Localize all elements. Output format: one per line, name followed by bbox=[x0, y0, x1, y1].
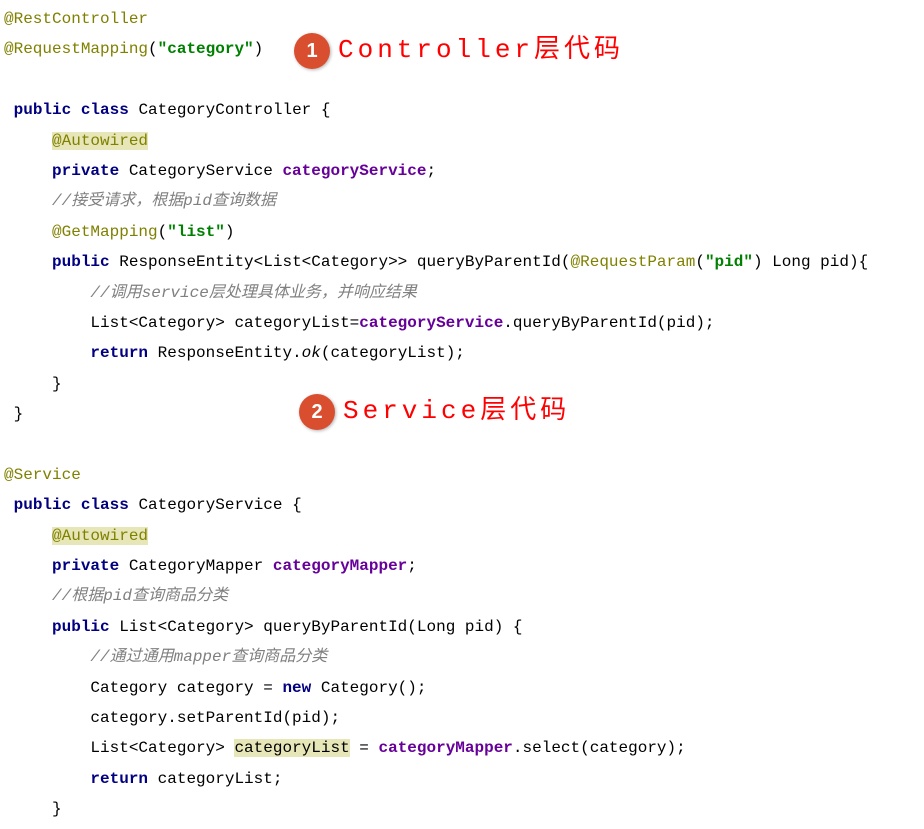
code: Category category = bbox=[90, 679, 282, 697]
class-decl: CategoryService { bbox=[138, 496, 301, 514]
keyword: private bbox=[52, 162, 129, 180]
badge-label: Controller层代码 bbox=[338, 26, 624, 75]
comment: //通过通用mapper查询商品分类 bbox=[90, 648, 327, 666]
code-line: @GetMapping("list") bbox=[4, 217, 920, 247]
field-name: categoryService bbox=[282, 162, 426, 180]
paren: ( bbox=[695, 253, 705, 271]
keyword: public bbox=[52, 253, 119, 271]
keyword: return bbox=[90, 770, 157, 788]
string-literal: "list" bbox=[167, 223, 225, 241]
code: categoryList; bbox=[158, 770, 283, 788]
code-line: public class CategoryController { bbox=[4, 95, 920, 125]
paren: ) bbox=[753, 253, 772, 271]
keyword: public class bbox=[14, 496, 139, 514]
annotation-highlight: @Autowired bbox=[52, 527, 148, 545]
code-line: public List<Category> queryByParentId(Lo… bbox=[4, 612, 920, 642]
field-ref: categoryService bbox=[359, 314, 503, 332]
keyword: public bbox=[52, 618, 119, 636]
brace: } bbox=[52, 375, 62, 393]
code: ResponseEntity. bbox=[158, 344, 302, 362]
badge-1: 1 Controller层代码 bbox=[294, 26, 624, 75]
semi: ; bbox=[407, 557, 417, 575]
code-line: private CategoryService categoryService; bbox=[4, 156, 920, 186]
annotation-highlight: @Autowired bbox=[52, 132, 148, 150]
code-line: List<Category> categoryList=categoryServ… bbox=[4, 308, 920, 338]
badge-number-icon: 1 bbox=[294, 33, 330, 69]
string-literal: "pid" bbox=[705, 253, 753, 271]
paren: ) bbox=[225, 223, 235, 241]
field-ref: categoryMapper bbox=[378, 739, 512, 757]
code-line: return ResponseEntity.ok(categoryList); bbox=[4, 338, 920, 368]
static-method: ok bbox=[302, 344, 321, 362]
keyword: new bbox=[282, 679, 320, 697]
code-line: @Autowired bbox=[4, 521, 920, 551]
brace: } bbox=[14, 405, 24, 423]
method-sig: Long pid){ bbox=[772, 253, 868, 271]
annotation: @GetMapping bbox=[52, 223, 158, 241]
code-line: category.setParentId(pid); bbox=[4, 703, 920, 733]
annotation: @RestController bbox=[4, 10, 148, 28]
semi: ; bbox=[426, 162, 436, 180]
keyword: return bbox=[90, 344, 157, 362]
code: .queryByParentId(pid); bbox=[503, 314, 714, 332]
code-line: public ResponseEntity<List<Category>> qu… bbox=[4, 247, 920, 277]
code-line: //通过通用mapper查询商品分类 bbox=[4, 642, 920, 672]
code-line: //接受请求，根据pid查询数据 bbox=[4, 186, 920, 216]
code-line: private CategoryMapper categoryMapper; bbox=[4, 551, 920, 581]
comment: //根据pid查询商品分类 bbox=[52, 587, 228, 605]
code: category.setParentId(pid); bbox=[90, 709, 340, 727]
paren: ) bbox=[254, 40, 264, 58]
code-line: List<Category> categoryList = categoryMa… bbox=[4, 733, 920, 763]
annotation: @RequestMapping bbox=[4, 40, 148, 58]
comment: //调用service层处理具体业务，并响应结果 bbox=[90, 284, 416, 302]
code-line: @Autowired bbox=[4, 126, 920, 156]
code: List<Category> bbox=[90, 739, 234, 757]
code: = bbox=[350, 739, 379, 757]
code-line: Category category = new Category(); bbox=[4, 673, 920, 703]
badge-2: 2 Service层代码 bbox=[299, 387, 570, 436]
code: .select(category); bbox=[513, 739, 686, 757]
code: (categoryList); bbox=[321, 344, 465, 362]
annotation: @Service bbox=[4, 466, 81, 484]
code-line: public class CategoryService { bbox=[4, 490, 920, 520]
class-decl: CategoryController { bbox=[138, 101, 330, 119]
keyword: public class bbox=[14, 101, 139, 119]
field-name: categoryMapper bbox=[273, 557, 407, 575]
method-sig: List<Category> queryByParentId(Long pid)… bbox=[119, 618, 522, 636]
code-line: } 2 Service层代码 bbox=[4, 399, 920, 460]
code-line: @RequestMapping("category") 1 Controller… bbox=[4, 34, 920, 95]
code: List<Category> categoryList= bbox=[90, 314, 359, 332]
annotation: @RequestParam bbox=[571, 253, 696, 271]
var-highlight: categoryList bbox=[234, 739, 349, 757]
badge-label: Service层代码 bbox=[343, 387, 570, 436]
paren: ( bbox=[148, 40, 158, 58]
code-line: //调用service层处理具体业务，并响应结果 bbox=[4, 278, 920, 308]
code-line: //根据pid查询商品分类 bbox=[4, 581, 920, 611]
string-literal: "category" bbox=[158, 40, 254, 58]
method-sig: ResponseEntity<List<Category>> queryByPa… bbox=[119, 253, 570, 271]
code-block: @RestController @RequestMapping("categor… bbox=[4, 4, 920, 825]
brace: } bbox=[52, 800, 62, 818]
badge-number-icon: 2 bbox=[299, 394, 335, 430]
type: CategoryService bbox=[129, 162, 283, 180]
code-line: return categoryList; bbox=[4, 764, 920, 794]
code: Category(); bbox=[321, 679, 427, 697]
code-line: } bbox=[4, 794, 920, 824]
paren: ( bbox=[158, 223, 168, 241]
code-line: @Service bbox=[4, 460, 920, 490]
type: CategoryMapper bbox=[129, 557, 273, 575]
keyword: private bbox=[52, 557, 129, 575]
comment: //接受请求，根据pid查询数据 bbox=[52, 192, 276, 210]
